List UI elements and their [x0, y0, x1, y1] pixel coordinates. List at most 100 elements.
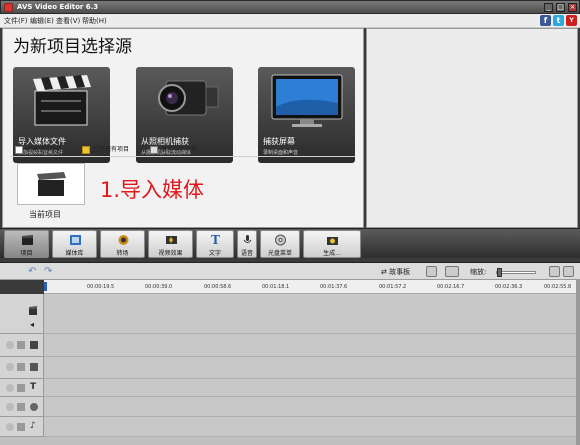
save-project-link[interactable]: 保存当前项目: [150, 144, 197, 154]
menu-help[interactable]: 帮助(H): [82, 16, 107, 26]
text-label: 文字: [208, 250, 221, 257]
app-icon: [4, 3, 13, 12]
disc-menu-button[interactable]: 光盘菜单: [260, 230, 300, 258]
redo-icon[interactable]: ↷: [44, 267, 55, 277]
video-track-lane[interactable]: [44, 294, 576, 334]
project-clapper-icon: [37, 172, 66, 196]
text-button[interactable]: T 文字: [196, 230, 234, 258]
produce-icon: [327, 237, 338, 245]
twitter-icon[interactable]: t: [553, 15, 564, 26]
open-project-link[interactable]: 打开现有项目: [82, 144, 129, 154]
menu-file[interactable]: 文件(F): [4, 16, 28, 26]
close-button[interactable]: ×: [568, 3, 577, 12]
video-effects-label: 视频效果: [158, 250, 183, 257]
eye-icon[interactable]: [6, 363, 14, 371]
create-blank-project-link[interactable]: 创建空白项目: [15, 144, 62, 154]
transitions-button[interactable]: 转场: [100, 230, 145, 258]
media-library-label: 媒体库: [65, 250, 84, 257]
voice-record-icon[interactable]: [426, 266, 437, 277]
lock-icon[interactable]: [17, 403, 25, 411]
youtube-icon[interactable]: Y: [566, 15, 577, 26]
capture-screen-desc: 录制桌面和声音: [263, 150, 299, 156]
time-ruler[interactable]: 00:00:19.5 00:00:39.0 00:00:58.6 00:01:1…: [44, 280, 576, 294]
video-track-icon: [29, 306, 37, 315]
collapse-timeline-icon[interactable]: [563, 266, 574, 277]
overlay-track-lane[interactable]: [44, 357, 576, 379]
project-button[interactable]: 项目: [4, 230, 49, 258]
ruler-tick: 00:00:58.6: [204, 284, 232, 290]
disc-icon: [275, 234, 286, 246]
maximize-button[interactable]: □: [556, 3, 565, 12]
monitor-icon: [271, 74, 343, 127]
zoom-slider[interactable]: [496, 268, 536, 277]
eye-icon[interactable]: [6, 403, 14, 411]
text-track-header: T: [0, 379, 44, 397]
capture-screen-tile[interactable]: 捕获屏幕 录制桌面和声音: [258, 67, 355, 163]
voice-track-icon: [30, 403, 38, 411]
voice-track-lane[interactable]: [44, 397, 576, 417]
ruler-tick: 00:00:19.5: [87, 284, 115, 290]
facebook-icon[interactable]: f: [540, 15, 551, 26]
menu-bar: 文件(F) 编辑(E) 查看(V) 帮助(H) f t Y: [0, 14, 580, 28]
current-project-label: 当前项目: [29, 210, 61, 219]
lock-icon[interactable]: [17, 363, 25, 371]
preview-area: [366, 28, 578, 228]
open-project-label: 打开现有项目: [93, 146, 130, 153]
disc-menu-label: 光盘菜单: [267, 250, 292, 257]
ruler-tick: 00:01:37.6: [320, 284, 348, 290]
ruler-tick: 00:01:57.2: [379, 284, 407, 290]
annotation-text: 1.导入媒体: [100, 178, 205, 202]
menu-edit[interactable]: 编辑(E): [30, 16, 54, 26]
eye-icon[interactable]: [6, 341, 14, 349]
zoom-slider-knob[interactable]: [497, 268, 502, 277]
current-project-thumbnail[interactable]: [17, 163, 85, 205]
eye-icon[interactable]: [6, 384, 14, 392]
lock-icon[interactable]: [17, 384, 25, 392]
save-icon: [150, 145, 158, 154]
project-icon: [21, 235, 33, 245]
timeline-scrollbar[interactable]: [576, 280, 580, 445]
menu-view[interactable]: 查看(V): [56, 16, 80, 26]
media-library-button[interactable]: 媒体库: [52, 230, 97, 258]
transitions-label: 转场: [116, 250, 129, 257]
undo-icon[interactable]: ↶: [28, 267, 39, 277]
text-track-lane[interactable]: [44, 379, 576, 397]
produce-button[interactable]: 生成...: [303, 230, 361, 258]
transitions-icon: [118, 235, 128, 245]
main-toolbar: 项目 媒体库 转场 视频效果 T 文字 语音 光盘菜单 生成...: [0, 228, 580, 258]
timeline-tracks: ◂ T ♪: [0, 294, 580, 445]
video-effects-button[interactable]: 视频效果: [148, 230, 193, 258]
music-track-lane[interactable]: [44, 417, 576, 437]
minimize-button[interactable]: _: [544, 3, 553, 12]
text-icon: T: [211, 233, 220, 247]
zoom-label: 缩放:: [470, 268, 487, 276]
start-panel: 为新项目选择源 导入媒体文件 添加视频和音频文件 从照相机捕获 从摄像机获取流动…: [2, 28, 364, 228]
audio-arrow-icon: ◂: [30, 320, 35, 329]
eye-icon[interactable]: [6, 423, 14, 431]
storyboard-toggle[interactable]: ⇄ 故事板: [381, 267, 410, 277]
lock-icon[interactable]: [17, 423, 25, 431]
save-project-label: 保存当前项目: [161, 146, 198, 153]
video-effects-icon: [165, 236, 177, 244]
ruler-tick: 00:01:18.1: [262, 284, 290, 290]
camcorder-icon: [158, 80, 219, 116]
ruler-tick: 00:02:36.3: [495, 284, 523, 290]
expand-timeline-icon[interactable]: [549, 266, 560, 277]
effects-track-icon: [30, 341, 38, 349]
playhead[interactable]: [44, 282, 47, 291]
lock-icon[interactable]: [17, 341, 25, 349]
voice-label: 语音: [240, 250, 253, 257]
text-track-icon: T: [30, 382, 37, 392]
voice-button[interactable]: 语音: [237, 230, 257, 258]
music-track-icon: ♪: [30, 421, 36, 431]
folder-icon: [82, 145, 90, 154]
overlay-track-icon: [30, 363, 38, 371]
effects-track-lane[interactable]: [44, 334, 576, 357]
storyboard-label: 故事板: [389, 268, 411, 276]
timeline-toolbar: ↶ ↷ ⇄ 故事板 缩放:: [0, 262, 580, 280]
ruler-tick: 00:00:39.0: [145, 284, 173, 290]
window-title: AVS Video Editor 6.3: [17, 3, 99, 11]
monitor-view-icon[interactable]: [445, 266, 459, 277]
video-track-header: ◂: [0, 294, 44, 334]
clapperboard-icon: [33, 75, 91, 126]
